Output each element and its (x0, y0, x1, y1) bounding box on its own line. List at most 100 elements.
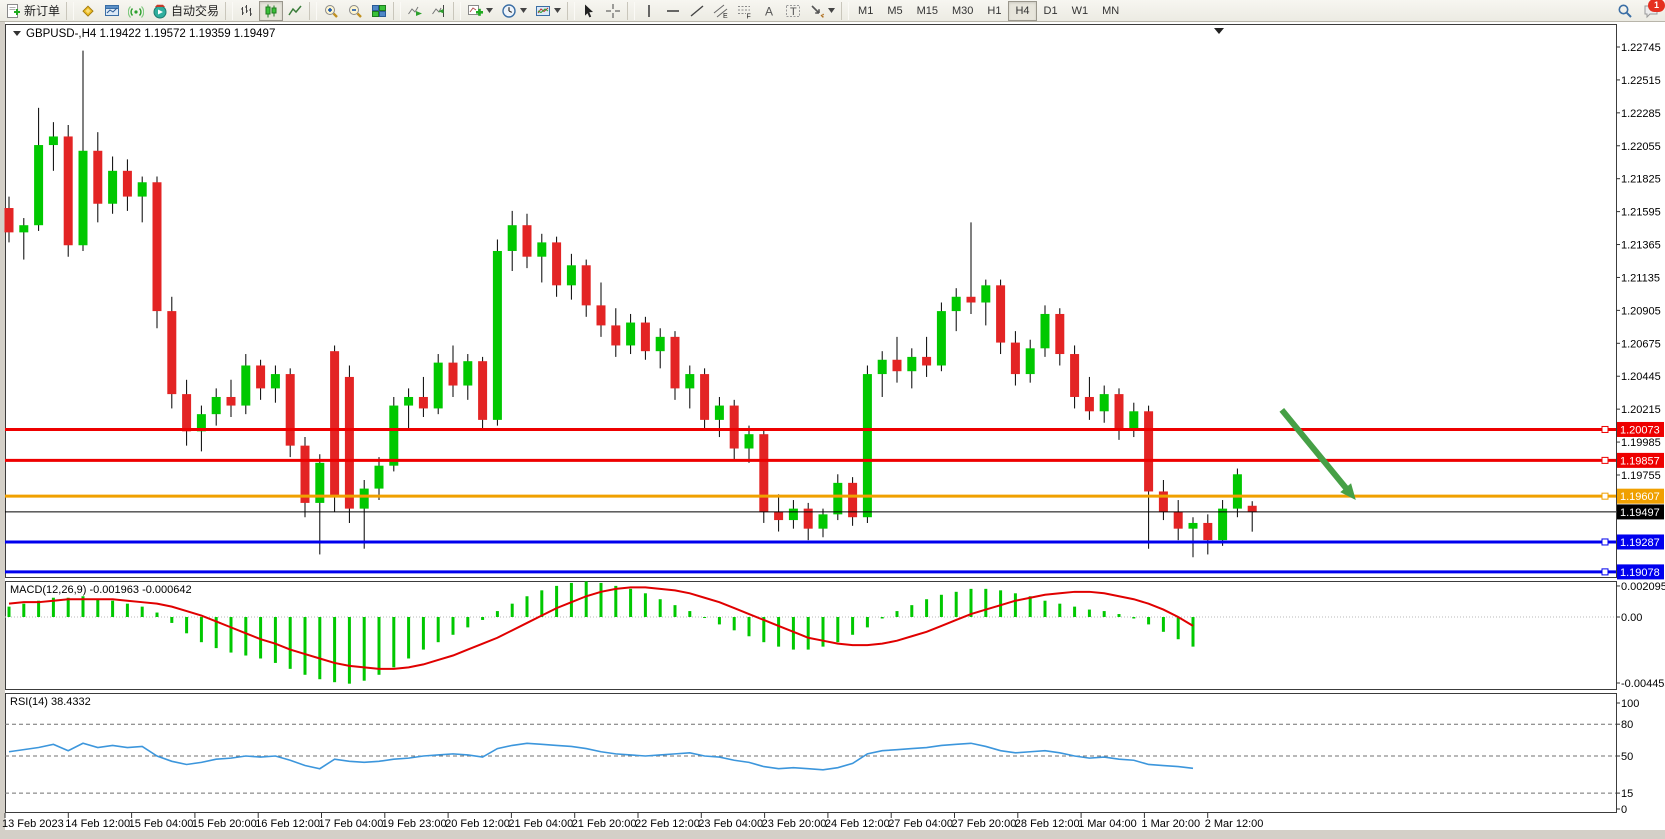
date-tick-label: 1 Mar 20:00 (1141, 818, 1200, 830)
macd-histogram-bar (1192, 617, 1195, 647)
text-tool-glyph: A (765, 4, 773, 18)
templates-button[interactable] (531, 1, 565, 21)
line-handle[interactable] (1602, 493, 1608, 499)
timeframe-m5-button[interactable]: M5 (880, 1, 909, 21)
candle-body-up (49, 136, 58, 145)
fibonacci-icon: F (737, 3, 753, 19)
equidistant-channel-button[interactable]: E (709, 1, 733, 21)
macd-histogram-bar (496, 611, 499, 617)
macd-histogram-bar (348, 617, 351, 684)
macd-histogram-bar (555, 586, 558, 617)
candle-body-down (478, 361, 487, 420)
macd-histogram-bar (8, 607, 11, 617)
timeframe-w1-button[interactable]: W1 (1065, 1, 1096, 21)
bar-chart-icon (239, 3, 255, 19)
date-tick-label: 15 Feb 20:00 (192, 818, 257, 830)
macd-histogram-bar (1132, 617, 1135, 618)
candle-body-up (389, 406, 398, 466)
zoom-in-icon (323, 3, 339, 19)
zoom-out-button[interactable] (343, 1, 367, 21)
text-button[interactable]: A (757, 1, 781, 21)
vertical-line-button[interactable] (637, 1, 661, 21)
search-button[interactable] (1613, 1, 1637, 21)
candle-body-down (64, 136, 73, 245)
periods-dropdown-caret (520, 8, 527, 13)
date-tick-label: 2 Mar 12:00 (1205, 818, 1264, 830)
timeframe-m15-button[interactable]: M15 (910, 1, 945, 21)
cursor-button[interactable] (577, 1, 601, 21)
indicators-button[interactable] (463, 1, 497, 21)
rsi-label: RSI(14) 38.4332 (10, 696, 91, 708)
tile-windows-button[interactable] (367, 1, 391, 21)
fibonacci-button[interactable]: F (733, 1, 757, 21)
macd-histogram-bar (733, 617, 736, 630)
line-handle[interactable] (1602, 539, 1608, 545)
horizontal-line-button[interactable] (661, 1, 685, 21)
macd-tick-label: 0.002095 (1621, 581, 1665, 593)
timeframe-mn-button[interactable]: MN (1095, 1, 1126, 21)
crosshair-button[interactable] (601, 1, 625, 21)
candle-body-down (227, 397, 236, 406)
macd-histogram-bar (644, 593, 647, 617)
macd-histogram-bar (126, 604, 129, 617)
price-badge-label: 1.19287 (1620, 537, 1660, 549)
market-watch-button[interactable] (76, 1, 100, 21)
macd-histogram-bar (925, 599, 928, 617)
candlestick-chart-button[interactable] (259, 1, 283, 21)
macd-histogram-bar (244, 617, 247, 656)
bar-chart-button[interactable] (235, 1, 259, 21)
rsi-tick-label: 100 (1621, 698, 1639, 710)
line-chart-button[interactable] (283, 1, 307, 21)
candle-body-down (1159, 491, 1168, 511)
auto-trading-label: 自动交易 (171, 2, 219, 19)
market-watch-icon (80, 3, 96, 19)
trendline-button[interactable] (685, 1, 709, 21)
arrows-tool-button[interactable] (805, 1, 839, 21)
zoom-in-button[interactable] (319, 1, 343, 21)
periods-button[interactable] (497, 1, 531, 21)
macd-histogram-bar (452, 617, 455, 635)
chart-shift-icon (431, 3, 447, 19)
line-handle[interactable] (1602, 569, 1608, 575)
new-order-button[interactable]: 新订单 (1, 1, 64, 21)
candle-body-down (419, 397, 428, 408)
timeframe-m30-button[interactable]: M30 (945, 1, 980, 21)
chart-shift-button[interactable] (427, 1, 451, 21)
candle-body-down (1085, 397, 1094, 411)
date-tick-label: 21 Feb 04:00 (508, 818, 573, 830)
notifications-button[interactable]: 1 (1643, 3, 1659, 19)
macd-histogram-bar (629, 589, 632, 617)
candle-body-up (1100, 394, 1109, 411)
arrows-tool-icon (809, 3, 825, 19)
symbol-ohlc-label: GBPUSD-,H4 1.19422 1.19572 1.19359 1.194… (26, 28, 275, 40)
macd-tick-label: 0.00 (1621, 612, 1642, 624)
chart-canvas[interactable]: 1.227451.225151.222851.220551.218251.215… (0, 22, 1665, 839)
candle-body-down (759, 434, 768, 511)
macd-tick-label: -0.004455 (1621, 678, 1665, 690)
auto-trading-button[interactable]: 自动交易 (148, 1, 223, 21)
candle-body-down (996, 285, 1005, 342)
timeframe-d1-button[interactable]: D1 (1037, 1, 1065, 21)
macd-histogram-bar (910, 605, 913, 617)
toolbar-separator (841, 2, 849, 20)
line-handle[interactable] (1602, 426, 1608, 432)
date-tick-label: 14 Feb 12:00 (65, 818, 130, 830)
timeframe-h4-button[interactable]: H4 (1008, 1, 1036, 21)
data-window-button[interactable] (100, 1, 124, 21)
timeframe-group: M1M5M15M30H1H4D1W1MN (851, 1, 1126, 21)
candle-body-up (271, 374, 280, 388)
timeframe-m1-button[interactable]: M1 (851, 1, 880, 21)
date-tick-label: 23 Feb 04:00 (698, 818, 763, 830)
candle-body-up (508, 225, 517, 251)
line-handle[interactable] (1602, 457, 1608, 463)
indicators-icon (467, 3, 483, 19)
macd-histogram-bar (22, 604, 25, 617)
text-label-button[interactable]: T (781, 1, 805, 21)
price-tick-label: 1.21365 (1621, 240, 1661, 252)
macd-histogram-bar (688, 611, 691, 617)
timeframe-h1-button[interactable]: H1 (980, 1, 1008, 21)
candle-body-down (345, 377, 354, 509)
auto-scroll-button[interactable] (403, 1, 427, 21)
signals-button[interactable] (124, 1, 148, 21)
candle-body-up (819, 514, 828, 528)
